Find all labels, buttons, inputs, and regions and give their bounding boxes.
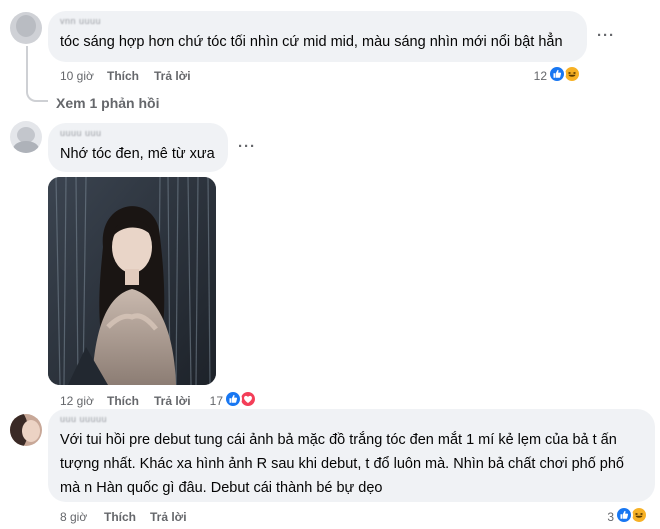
comment-author[interactable]: uuu uuuuu [60, 414, 107, 424]
comment-bubble: uuu uuuuu Với tui hồi pre debut tung cái… [48, 409, 655, 502]
like-icon[interactable] [615, 506, 633, 524]
like-icon[interactable] [224, 390, 242, 408]
reply-button[interactable]: Trả lời [154, 69, 191, 83]
comment-text: tóc sáng hợp hơn chứ tóc tối nhìn cứ mid… [60, 34, 563, 50]
comment-author[interactable]: vnn uuuu [60, 16, 101, 26]
like-button[interactable]: Thích [107, 394, 139, 408]
reaction-count[interactable]: 3 [584, 510, 614, 524]
thread-connector [26, 46, 48, 102]
like-button[interactable]: Thích [104, 510, 136, 524]
comment-time[interactable]: 10 giờ [60, 69, 94, 83]
attached-photo[interactable] [48, 177, 216, 385]
comment-author[interactable]: uuuu uuu [60, 128, 102, 138]
comment-text-line-1: Với tui hồi pre debut tung cái ảnh bả mặ… [60, 432, 617, 448]
reply-button[interactable]: Trả lời [154, 394, 191, 408]
more-options-icon[interactable]: ··· [238, 138, 256, 155]
like-icon[interactable] [548, 65, 566, 83]
avatar[interactable] [10, 121, 42, 153]
comment-time[interactable]: 8 giờ [60, 510, 87, 524]
portrait-image [48, 177, 216, 385]
comment-bubble: uuuu uuu Nhớ tóc đen, mê từ xưa [48, 123, 228, 172]
reaction-count[interactable]: 12 [520, 69, 547, 83]
comment-text-line-3: mà n Hàn quốc gì đâu. Debut cái thành bé… [60, 480, 383, 496]
comment-text-line-2: tượng nhất. Khác xa hình ảnh R sau khi d… [60, 456, 624, 472]
more-options-icon[interactable]: ··· [597, 27, 615, 44]
avatar[interactable] [10, 12, 42, 44]
comment-time[interactable]: 12 giờ [60, 394, 94, 408]
view-replies-link[interactable]: Xem 1 phản hồi [56, 95, 159, 111]
reaction-count[interactable]: 17 [196, 394, 223, 408]
comment-bubble: vnn uuuu tóc sáng hợp hơn chứ tóc tối nh… [48, 11, 587, 62]
avatar[interactable] [10, 414, 42, 446]
reply-button[interactable]: Trả lời [150, 510, 187, 524]
like-button[interactable]: Thích [107, 69, 139, 83]
comment-text: Nhớ tóc đen, mê từ xưa [60, 146, 215, 162]
